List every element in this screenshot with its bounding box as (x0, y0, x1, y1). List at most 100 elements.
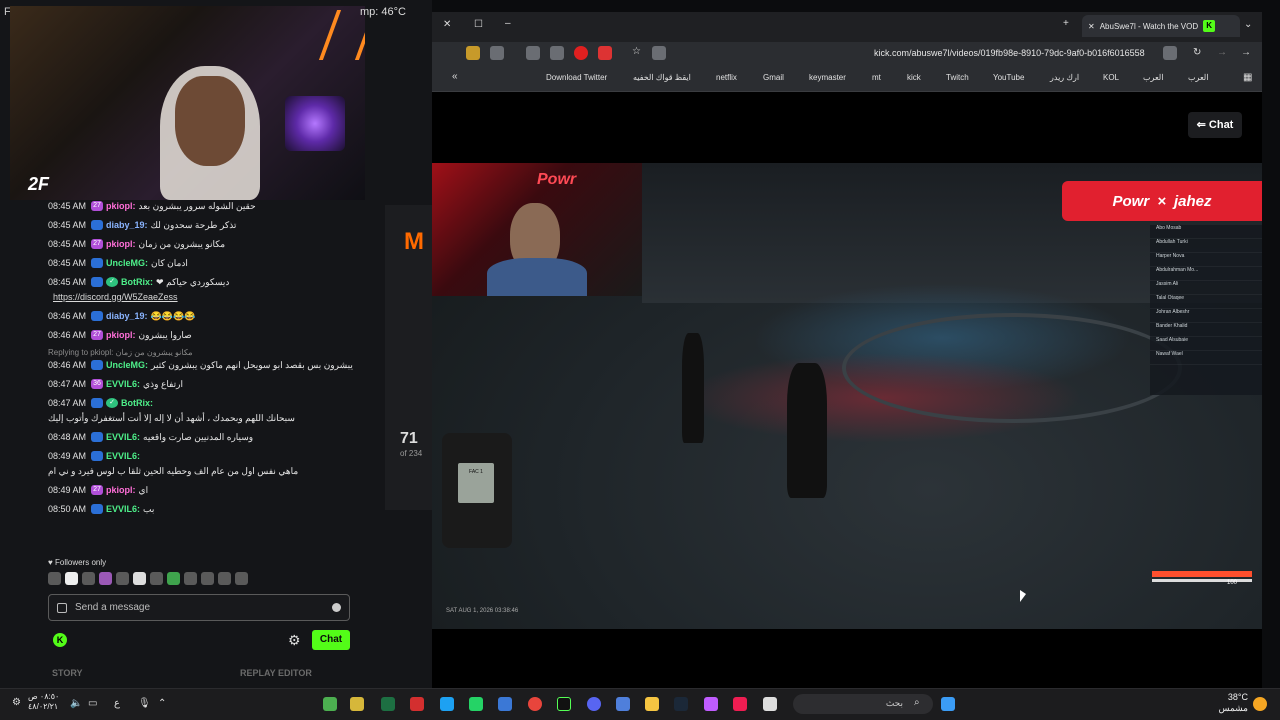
profile-avatar-icon[interactable] (466, 46, 480, 60)
message-username[interactable]: diaby_19: (106, 310, 148, 322)
bookmark-item[interactable]: العرب (1188, 73, 1208, 82)
extension-icon[interactable] (490, 46, 504, 60)
twitter-icon[interactable] (440, 697, 454, 711)
bookmark-item[interactable]: ايقظ قواك الخفيه (633, 73, 691, 82)
message-username[interactable]: BotRix: (121, 276, 153, 288)
discord-icon[interactable] (587, 697, 601, 711)
app-icon[interactable] (350, 697, 364, 711)
message-username[interactable]: EVVIL6: (106, 450, 140, 462)
close-tab-icon[interactable]: ✕ (1088, 22, 1095, 31)
emote-icon[interactable] (82, 572, 95, 585)
message-username[interactable]: EVVIL6: (106, 503, 140, 515)
kick-logo-icon[interactable]: K (53, 633, 67, 647)
bookmark-star-icon[interactable]: ☆ (632, 46, 641, 57)
tab-search-icon[interactable]: ⌄ (1244, 19, 1252, 30)
file-explorer-icon[interactable] (645, 697, 659, 711)
chat-message[interactable]: 08:49 AM 27 pkiopl: اي (48, 484, 353, 496)
chat-message[interactable]: 08:48 AM EVVIL6: وسياره المدنيين صارت واقع… (48, 431, 353, 443)
volume-icon[interactable]: 🔈 (70, 698, 82, 709)
chat-message-input[interactable]: Send a message (48, 594, 350, 621)
emote-icon[interactable] (99, 572, 112, 585)
windows-start-icon[interactable] (941, 697, 955, 711)
tiktok-icon[interactable] (733, 697, 747, 711)
gamepad-icon[interactable] (550, 46, 564, 60)
forward-icon[interactable]: → (1217, 47, 1227, 58)
bookmark-item[interactable]: ارك ريدر (1050, 73, 1079, 82)
gear-icon[interactable]: ⚙ (288, 632, 301, 649)
message-username[interactable]: pkiopl: (106, 238, 136, 250)
maximize-window-icon[interactable]: ☐ (474, 19, 483, 30)
app-icon[interactable] (763, 697, 777, 711)
minimize-window-icon[interactable]: – (505, 18, 511, 29)
emote-icon[interactable] (184, 572, 197, 585)
chat-message[interactable]: 08:45 AM 27 pkiopl: حقين الشوله سرور يبشرون… (48, 200, 353, 212)
chevron-up-icon[interactable]: ⌃ (158, 698, 166, 709)
settings-icon[interactable]: ⚙ (12, 697, 21, 708)
bookmark-item[interactable]: mt (872, 73, 881, 82)
collapse-sidebar-icon[interactable]: « (452, 71, 458, 82)
chat-message[interactable]: 08:47 AM 36 EVVIL6: ارتفاع وذي (48, 378, 353, 390)
address-bar[interactable]: kick.com/abuswe7l/videos/019fb98e-8910-7… (874, 48, 1145, 58)
emote-icon[interactable] (167, 572, 180, 585)
video-player[interactable]: Powr Powr × jahez Abo Mosab Abdullah Tur… (432, 163, 1262, 629)
bookmark-item[interactable]: Gmail (763, 73, 784, 82)
bookmark-item[interactable]: العرب (1143, 73, 1163, 82)
message-username[interactable]: UncleMG: (106, 359, 148, 371)
message-username[interactable]: EVVIL6: (106, 378, 140, 390)
new-tab-icon[interactable]: + (1063, 18, 1069, 29)
emote-icon[interactable] (201, 572, 214, 585)
emoji-icon[interactable] (332, 603, 341, 612)
message-username[interactable]: pkiopl: (106, 484, 136, 496)
store-icon[interactable] (616, 697, 630, 711)
message-username[interactable]: BotRix: (121, 397, 153, 409)
play-app-icon[interactable] (323, 697, 337, 711)
emote-bar[interactable] (48, 572, 248, 585)
chrome-icon[interactable] (528, 697, 542, 711)
message-username[interactable]: pkiopl: (106, 200, 136, 212)
message-username[interactable]: diaby_19: (106, 219, 148, 231)
chat-toggle-button[interactable]: ⇐ Chat (1188, 112, 1242, 138)
app-icon[interactable] (704, 697, 718, 711)
taskbar-search[interactable]: بحث (793, 694, 933, 714)
chat-message[interactable]: 08:46 AM 27 pkiopl: صاروا يبشرون (48, 329, 353, 341)
message-username[interactable]: EVVIL6: (106, 431, 140, 443)
photos-icon[interactable] (498, 697, 512, 711)
chat-message-list[interactable]: 08:45 AM 27 pkiopl: حقين الشوله سرور يبشرون… (48, 200, 353, 522)
ghost-emote-icon[interactable] (133, 572, 146, 585)
emote-icon[interactable] (150, 572, 163, 585)
chat-message[interactable]: 08:47 AM ✓ BotRix: سبحانك اللهم وبحمدك ، أش… (48, 397, 353, 424)
bookmark-item[interactable]: keymaster (809, 73, 846, 82)
translate-icon[interactable] (652, 46, 666, 60)
excel-icon[interactable] (381, 697, 395, 711)
bookmark-item[interactable]: Twitch (946, 73, 969, 82)
chat-message[interactable]: 08:46 AM diaby_19: 😂😂😂😂 (48, 310, 353, 322)
steam-icon[interactable] (674, 697, 688, 711)
network-icon[interactable]: ▭ (88, 698, 97, 709)
heart-emote-icon[interactable] (65, 572, 78, 585)
extension-icon[interactable] (598, 46, 612, 60)
chat-message[interactable]: 08:49 AM EVVIL6: ماهي نفس اول من عام الف و… (48, 450, 353, 477)
taskbar-clock[interactable]: ٠٨:٥٠ ص ٤٨/٠٢/٢١ (28, 692, 59, 712)
app-icon[interactable] (557, 697, 571, 711)
app-icon[interactable] (410, 697, 424, 711)
apps-grid-icon[interactable]: ▦ (1243, 72, 1252, 83)
bookmark-item[interactable]: kick (907, 73, 921, 82)
site-settings-icon[interactable] (1163, 46, 1177, 60)
chat-message[interactable]: 08:46 AM UncleMG: يبشرون بس بقصد ابو سويحل… (48, 359, 353, 371)
send-chat-button[interactable]: Chat (312, 630, 350, 650)
message-username[interactable]: UncleMG: (106, 257, 148, 269)
message-username[interactable]: pkiopl: (106, 329, 136, 341)
story-tab[interactable]: STORY (52, 668, 83, 678)
chat-message[interactable]: 08:45 AM diaby_19: تذكر طرحة سحدون لك (48, 219, 353, 231)
chat-message[interactable]: 08:50 AM EVVIL6: بب (48, 503, 353, 515)
chat-message[interactable]: 08:45 AM 27 pkiopl: مكانو يبشرون من زمان (48, 238, 353, 250)
chat-message[interactable]: 08:45 AM ✓ BotRix: ديسكوردي حياكم ❤ https://… (48, 276, 353, 303)
browser-tab-active[interactable]: ✕ AbuSwe7l - Watch the VOD K (1082, 15, 1240, 37)
reload-icon[interactable]: ↻ (1193, 47, 1201, 58)
close-window-icon[interactable]: ✕ (443, 19, 451, 30)
bookmark-item[interactable]: KOL (1103, 73, 1119, 82)
whatsapp-icon[interactable] (469, 697, 483, 711)
chat-message[interactable]: 08:45 AM UncleMG: ادمان كان (48, 257, 353, 269)
bookmark-item[interactable]: Download Twitter (546, 73, 607, 82)
emote-icon[interactable] (218, 572, 231, 585)
